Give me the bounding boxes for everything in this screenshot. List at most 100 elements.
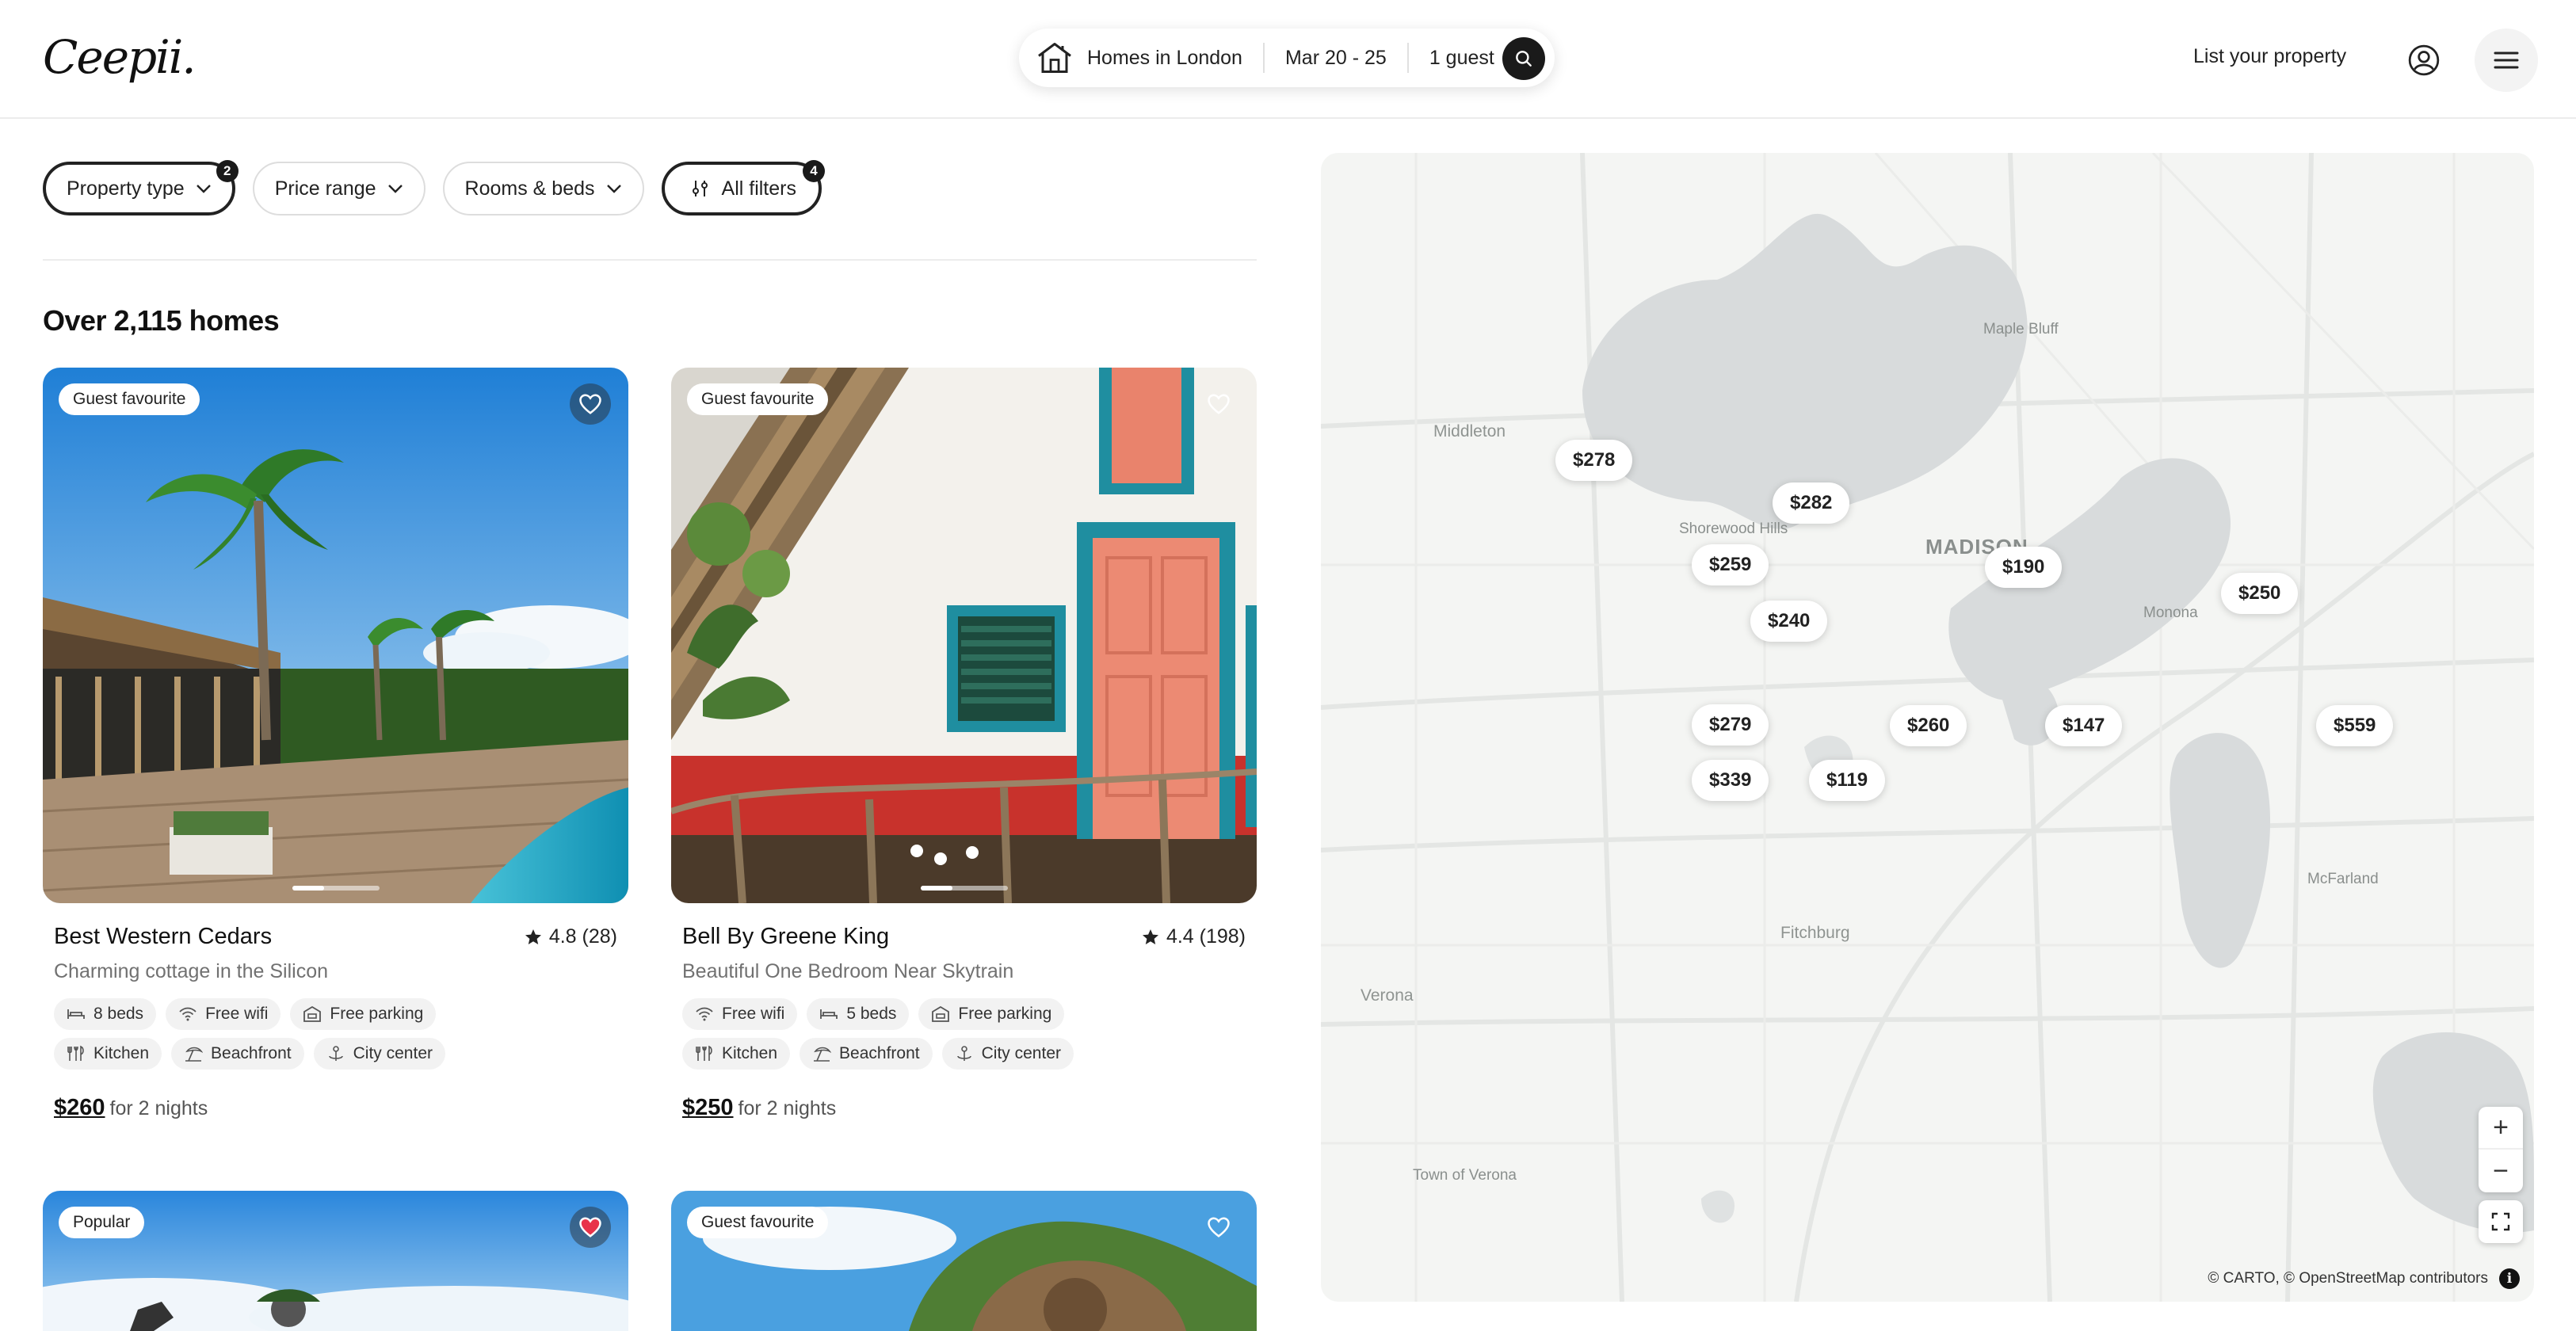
price-marker[interactable]: $279 <box>1692 704 1769 746</box>
wifi-icon <box>696 1007 713 1021</box>
listing-photo[interactable]: Guest favourite <box>43 368 628 903</box>
price-marker[interactable]: $250 <box>2221 573 2299 614</box>
price-marker[interactable]: $339 <box>1692 760 1769 801</box>
amenity-label: City center <box>981 1044 1061 1062</box>
amenity-row: Kitchen Beachfront City center <box>54 1038 445 1070</box>
filter-all[interactable]: All filters 4 <box>661 160 825 215</box>
listing-card[interactable]: Guest favourite <box>671 1191 1257 1331</box>
price-amount[interactable]: $250 <box>682 1095 734 1120</box>
zoom-controls: + − <box>2479 1107 2523 1192</box>
bed-icon <box>67 1009 85 1019</box>
listing-title[interactable]: Best Western Cedars <box>54 924 272 950</box>
listing-badge: Guest favourite <box>687 1207 829 1238</box>
filter-label: Property type <box>67 177 185 200</box>
search-bar[interactable]: Homes in London Mar 20 - 25 1 guest <box>1019 29 1555 87</box>
map-label-monona: Monona <box>2143 604 2198 621</box>
divider <box>1262 43 1265 73</box>
amenity-tag: Free wifi <box>166 998 281 1030</box>
price-marker[interactable]: $282 <box>1773 482 1850 524</box>
filter-label: Price range <box>274 177 376 200</box>
kitchen-icon <box>67 1045 84 1061</box>
price-marker[interactable]: $147 <box>2045 705 2123 746</box>
fullscreen-button[interactable] <box>2479 1200 2523 1243</box>
amenity-row: Free wifi 5 beds Free parking <box>682 998 1065 1030</box>
search-guests[interactable]: 1 guest <box>1429 47 1494 70</box>
favorite-button[interactable] <box>570 1207 611 1248</box>
filter-rooms-beds[interactable]: Rooms & beds <box>442 162 644 215</box>
search-dates[interactable]: Mar 20 - 25 <box>1285 47 1387 70</box>
filter-count-badge: 2 <box>216 160 239 182</box>
listing-photo[interactable]: Guest favourite <box>671 1191 1257 1331</box>
attribution-text[interactable]: © CARTO, © OpenStreetMap contributors <box>2208 1270 2488 1287</box>
price-marker[interactable]: $119 <box>1809 760 1886 801</box>
zoom-out-button[interactable]: − <box>2479 1150 2523 1192</box>
carousel-indicator[interactable] <box>292 886 380 891</box>
price-marker[interactable]: $260 <box>1890 705 1967 746</box>
price-marker[interactable]: $559 <box>2316 705 2394 746</box>
amenity-label: 8 beds <box>93 1005 144 1023</box>
top-header: Ceepii. Homes in London Mar 20 - 25 1 gu… <box>0 0 2576 119</box>
heart-icon <box>1208 394 1230 414</box>
favorite-button[interactable] <box>1198 383 1239 425</box>
beach-icon <box>814 1047 832 1062</box>
amenity-tag: Kitchen <box>682 1038 791 1070</box>
amenity-label: Beachfront <box>211 1044 292 1062</box>
list-property-link[interactable]: List your property <box>2193 45 2346 68</box>
amenity-tag: 8 beds <box>54 998 157 1030</box>
search-location[interactable]: Homes in London <box>1087 47 1242 70</box>
map-label-fitchburg: Fitchburg <box>1780 924 1850 942</box>
beach-icon <box>185 1047 204 1062</box>
amenity-row: Kitchen Beachfront City center <box>682 1038 1074 1070</box>
info-icon[interactable]: i <box>2499 1268 2520 1289</box>
map-view[interactable]: MADISON Middleton Maple Bluff Shorewood … <box>1321 153 2534 1302</box>
menu-button[interactable] <box>2475 29 2538 92</box>
thatched-house-image <box>671 368 1257 903</box>
favorite-button[interactable] <box>1198 1207 1239 1248</box>
account-button[interactable] <box>2392 29 2456 92</box>
heart-icon <box>579 394 601 414</box>
amenity-label: Kitchen <box>93 1044 150 1062</box>
zoom-in-button[interactable]: + <box>2479 1107 2523 1150</box>
listing-card[interactable]: Guest favourite Bell By Greene King 4.4 … <box>671 368 1257 1120</box>
price-marker[interactable]: $190 <box>1985 547 2063 588</box>
city-icon <box>328 1046 343 1061</box>
listing-photo[interactable]: Popular <box>43 1191 628 1331</box>
user-icon <box>2408 44 2440 76</box>
listing-badge: Popular <box>59 1207 145 1238</box>
amenity-tag: Beachfront <box>171 1038 304 1070</box>
price-marker[interactable]: $278 <box>1555 440 1633 481</box>
search-button[interactable] <box>1502 37 1545 80</box>
listing-photo[interactable]: Guest favourite <box>671 368 1257 903</box>
price-marker[interactable]: $240 <box>1750 601 1828 642</box>
listing-card[interactable]: Guest favourite Best Western Cedars 4.8 … <box>43 368 628 1120</box>
listing-price: $250 for 2 nights <box>682 1095 836 1121</box>
divider <box>43 259 1257 261</box>
amenity-tag: City center <box>313 1038 445 1070</box>
amenity-label: Free wifi <box>205 1005 269 1023</box>
amenity-tag: 5 beds <box>807 998 910 1030</box>
favorite-button[interactable] <box>570 383 611 425</box>
map-label-middleton: Middleton <box>1433 422 1506 440</box>
amenity-tag: Free parking <box>290 998 437 1030</box>
carousel-indicator[interactable] <box>920 886 1008 891</box>
listing-title[interactable]: Bell By Greene King <box>682 924 889 950</box>
amenity-tag: Free parking <box>918 998 1065 1030</box>
bed-icon <box>820 1009 838 1019</box>
logo[interactable]: Ceepii. <box>43 30 197 84</box>
filter-price-range[interactable]: Price range <box>252 162 426 215</box>
rating-value: 4.4 (198) <box>1166 925 1246 948</box>
filter-property-type[interactable]: Property type 2 <box>43 160 239 215</box>
filter-label: All filters <box>721 177 796 200</box>
listing-rating: 4.8 (28) <box>524 925 617 948</box>
listing-card[interactable]: Popular <box>43 1191 628 1331</box>
fullscreen-icon <box>2491 1212 2510 1231</box>
price-amount[interactable]: $260 <box>54 1095 105 1120</box>
listing-badge: Guest favourite <box>687 383 829 415</box>
chevron-down-icon <box>196 185 211 193</box>
rating-value: 4.8 (28) <box>548 925 617 948</box>
wifi-icon <box>179 1007 197 1021</box>
price-marker[interactable]: $259 <box>1692 544 1769 585</box>
amenity-label: Kitchen <box>722 1044 778 1062</box>
sliders-icon <box>692 181 708 196</box>
listing-price: $260 for 2 nights <box>54 1095 208 1121</box>
